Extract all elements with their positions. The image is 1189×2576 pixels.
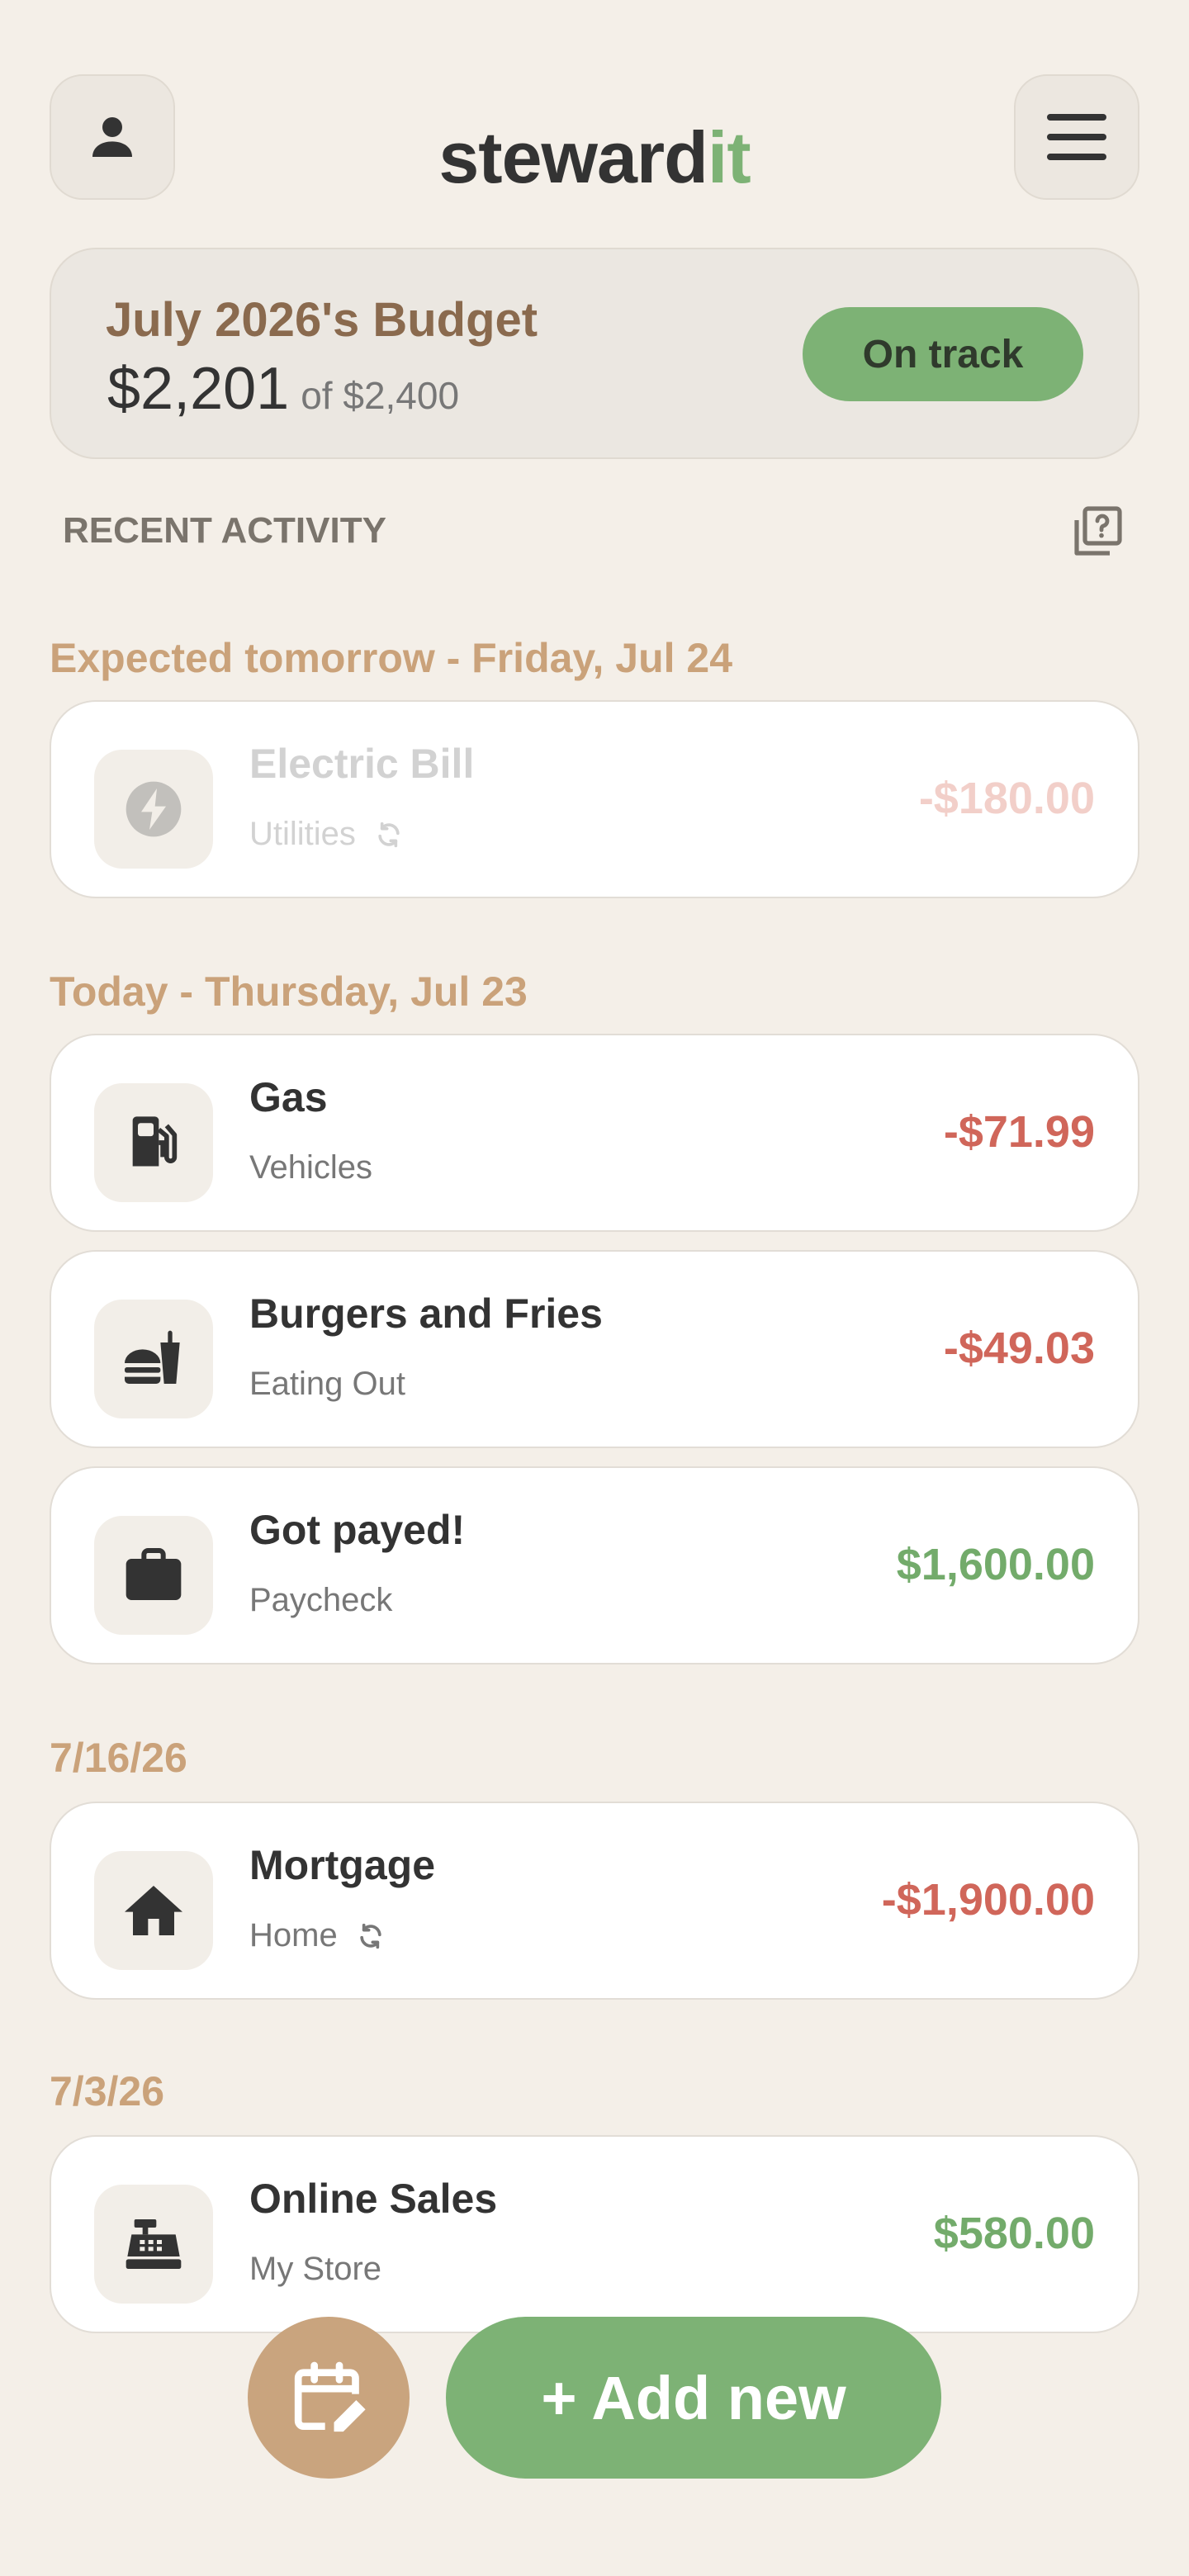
- transaction-category: Home: [249, 1917, 387, 1954]
- budget-summary-card[interactable]: July 2026's Budget $2,201 of $2,400 On tr…: [50, 248, 1139, 459]
- recurring-icon: [378, 822, 400, 847]
- transaction-category: Utilities: [249, 816, 405, 853]
- briefcase-icon: [126, 1548, 182, 1600]
- transaction-card-mortgage[interactable]: Mortgage Home -$1,900.00: [50, 1802, 1139, 2000]
- transaction-icon-tile: [94, 750, 213, 869]
- transaction-card-gas[interactable]: Gas Vehicles -$71.99: [50, 1034, 1139, 1232]
- transaction-category-label: Home: [249, 1917, 338, 1953]
- recurring-icon: [360, 1923, 381, 1949]
- group-label-expected-tomorrow: Expected tomorrow - Friday, Jul 24: [50, 635, 733, 681]
- group-label-today: Today - Thursday, Jul 23: [50, 968, 528, 1015]
- transaction-icon-tile: [94, 1083, 213, 1202]
- transaction-name: Online Sales: [249, 2176, 498, 2222]
- group-label-date: 7/16/26: [50, 1735, 187, 1781]
- hamburger-menu-icon: [1047, 114, 1106, 160]
- transaction-category: My Store: [249, 2251, 382, 2287]
- transaction-icon-tile: [94, 1851, 213, 1970]
- cash-register-icon: [126, 2219, 182, 2269]
- transaction-card-online-sales[interactable]: Online Sales My Store $580.00: [50, 2135, 1139, 2333]
- app-header: stewardit: [0, 0, 1189, 231]
- transaction-amount: -$1,900.00: [881, 1875, 1095, 1925]
- transaction-name: Mortgage: [249, 1842, 435, 1888]
- house-icon: [125, 1886, 182, 1935]
- transaction-category-label: Utilities: [249, 816, 356, 852]
- budget-status-badge: On track: [803, 307, 1083, 401]
- transaction-category: Eating Out: [249, 1366, 406, 1402]
- transaction-amount: -$71.99: [943, 1107, 1095, 1157]
- transaction-category: Paycheck: [249, 1582, 393, 1618]
- menu-button[interactable]: [1014, 74, 1139, 200]
- transaction-amount: $1,600.00: [896, 1540, 1095, 1589]
- gas-pump-icon: [132, 1116, 178, 1167]
- calendar-edit-icon: [294, 2361, 366, 2432]
- logo-accent: it: [707, 116, 751, 198]
- calendar-button[interactable]: [248, 2317, 410, 2479]
- transaction-name: Electric Bill: [249, 741, 475, 787]
- burger-drink-icon: [125, 1330, 180, 1384]
- budget-title: July 2026's Budget: [106, 293, 538, 347]
- transaction-name: Burgers and Fries: [249, 1290, 603, 1337]
- transaction-icon-tile: [94, 1516, 213, 1635]
- transaction-amount: -$180.00: [918, 774, 1095, 823]
- budget-spent: $2,201: [107, 356, 290, 422]
- group-label-date: 7/3/26: [50, 2068, 165, 2114]
- app-logo: stewardit: [0, 116, 1189, 200]
- transaction-card-burgers-and-fries[interactable]: Burgers and Fries Eating Out -$49.03: [50, 1250, 1139, 1448]
- lightning-bolt-icon: [126, 781, 182, 837]
- budget-total: of $2,400: [301, 374, 460, 417]
- transaction-category: Vehicles: [249, 1149, 372, 1186]
- recent-activity-heading: RECENT ACTIVITY: [63, 510, 386, 551]
- transaction-amount: -$49.03: [943, 1324, 1095, 1373]
- logo-main: steward: [438, 116, 708, 198]
- transaction-icon-tile: [94, 2185, 213, 2304]
- transaction-icon-tile: [94, 1300, 213, 1418]
- transaction-amount: $580.00: [933, 2209, 1095, 2258]
- transaction-card-electric-bill[interactable]: Electric Bill Utilities -$180.00: [50, 700, 1139, 898]
- help-square-icon[interactable]: [1067, 502, 1126, 561]
- budget-amount: $2,201 of $2,400: [107, 355, 459, 423]
- transaction-name: Gas: [249, 1074, 328, 1120]
- transaction-card-got-payed[interactable]: Got payed! Paycheck $1,600.00: [50, 1466, 1139, 1664]
- transaction-name: Got payed!: [249, 1507, 466, 1553]
- add-new-button[interactable]: + Add new: [446, 2317, 941, 2479]
